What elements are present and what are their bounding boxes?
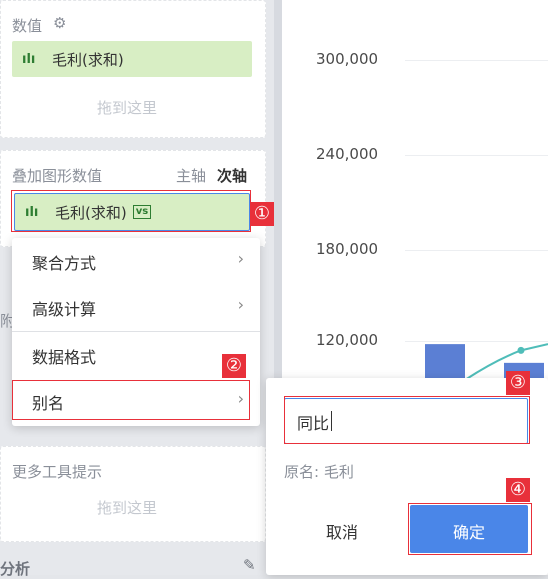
primary-axis-toggle[interactable]: 主轴 — [176, 165, 206, 186]
line-point[interactable] — [517, 346, 525, 354]
tooltip-card: 更多工具提示 拖到这里 — [0, 446, 266, 542]
gear-icon[interactable]: ⚙ — [53, 14, 66, 32]
step3-badge: ③ — [506, 371, 530, 395]
values-card: 数值 ⚙ ılı 毛利(求和) 拖到这里 — [0, 0, 266, 138]
step2-highlight — [12, 380, 250, 420]
step4-badge: ④ — [506, 478, 530, 502]
analysis-section-title: 分析 — [0, 560, 31, 578]
menu-item-aggregation[interactable]: 聚合方式 › — [12, 238, 260, 284]
step2-badge: ② — [222, 354, 246, 378]
bar[interactable] — [425, 344, 465, 380]
menu-item-label: 聚合方式 — [32, 254, 97, 273]
menu-item-label: 高级计算 — [32, 300, 97, 319]
values-section-title: 数值 — [12, 17, 43, 35]
step1-highlight — [11, 190, 251, 232]
values-field-chip[interactable]: ılı 毛利(求和) — [12, 41, 252, 77]
y-tick-label: 180,000 — [316, 240, 379, 258]
original-name-label: 原名: 毛利 — [284, 463, 354, 481]
edit-icon[interactable]: ✎ — [243, 556, 256, 574]
menu-item-label: 数据格式 — [32, 348, 97, 367]
secondary-axis-toggle[interactable]: 次轴 — [217, 165, 247, 186]
cancel-button[interactable]: 取消 — [326, 519, 358, 543]
chart-bar-icon: ılı — [22, 51, 36, 67]
chevron-right-icon: › — [237, 249, 244, 268]
menu-item-advanced-calc[interactable]: 高级计算 › — [12, 284, 260, 330]
chart-plot — [425, 343, 548, 380]
values-field-label: 毛利(求和) — [52, 50, 124, 69]
step3-highlight — [284, 396, 530, 444]
chevron-right-icon: › — [237, 295, 244, 314]
y-tick-label: 300,000 — [316, 50, 379, 68]
overlay-section-title: 叠加图形数值 — [12, 167, 103, 185]
values-drop-hint[interactable]: 拖到这里 — [97, 97, 157, 118]
step4-highlight — [408, 503, 532, 555]
step1-badge: ① — [250, 202, 274, 226]
tooltip-drop-hint[interactable]: 拖到这里 — [97, 497, 157, 518]
tooltip-section-title: 更多工具提示 — [12, 463, 103, 481]
y-tick-label: 120,000 — [316, 331, 379, 349]
y-tick-label: 240,000 — [316, 145, 379, 163]
